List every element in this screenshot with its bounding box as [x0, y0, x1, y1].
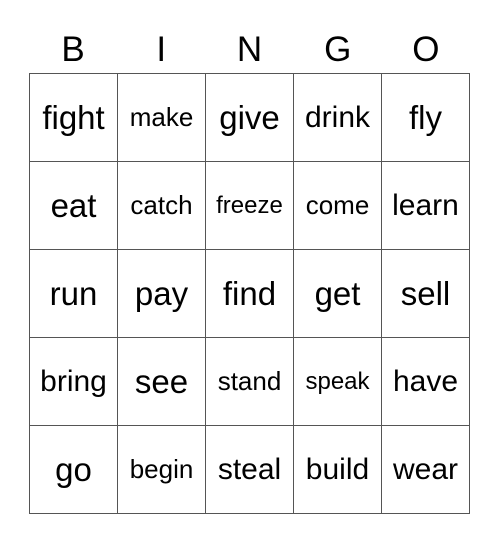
bingo-cell: speak — [294, 338, 382, 426]
bingo-cell: get — [294, 250, 382, 338]
header-letter-g: G — [324, 30, 352, 69]
bingo-cell: steal — [206, 426, 294, 514]
bingo-cell: fly — [382, 74, 470, 162]
bingo-cell: fight — [30, 74, 118, 162]
bingo-cell: have — [382, 338, 470, 426]
bingo-cell: bring — [30, 338, 118, 426]
bingo-cell: give — [206, 74, 294, 162]
bingo-cell: catch — [118, 162, 206, 250]
bingo-cell: sell — [382, 250, 470, 338]
bingo-cell: find — [206, 250, 294, 338]
bingo-cell: go — [30, 426, 118, 514]
bingo-cell: pay — [118, 250, 206, 338]
bingo-cell: freeze — [206, 162, 294, 250]
bingo-cell: wear — [382, 426, 470, 514]
bingo-cell: see — [118, 338, 206, 426]
bingo-cell: stand — [206, 338, 294, 426]
bingo-header: B I N G O — [29, 27, 470, 73]
bingo-cell: run — [30, 250, 118, 338]
header-letter-b: B — [61, 30, 85, 69]
bingo-cell: begin — [118, 426, 206, 514]
header-letter-i: I — [156, 30, 167, 69]
bingo-grid: fight make give drink fly eat catch free… — [29, 73, 470, 514]
bingo-cell: make — [118, 74, 206, 162]
bingo-cell: eat — [30, 162, 118, 250]
header-letter-n: N — [236, 30, 263, 69]
bingo-cell: learn — [382, 162, 470, 250]
bingo-cell: come — [294, 162, 382, 250]
header-letter-o: O — [412, 30, 440, 69]
bingo-cell: build — [294, 426, 382, 514]
bingo-cell: drink — [294, 74, 382, 162]
